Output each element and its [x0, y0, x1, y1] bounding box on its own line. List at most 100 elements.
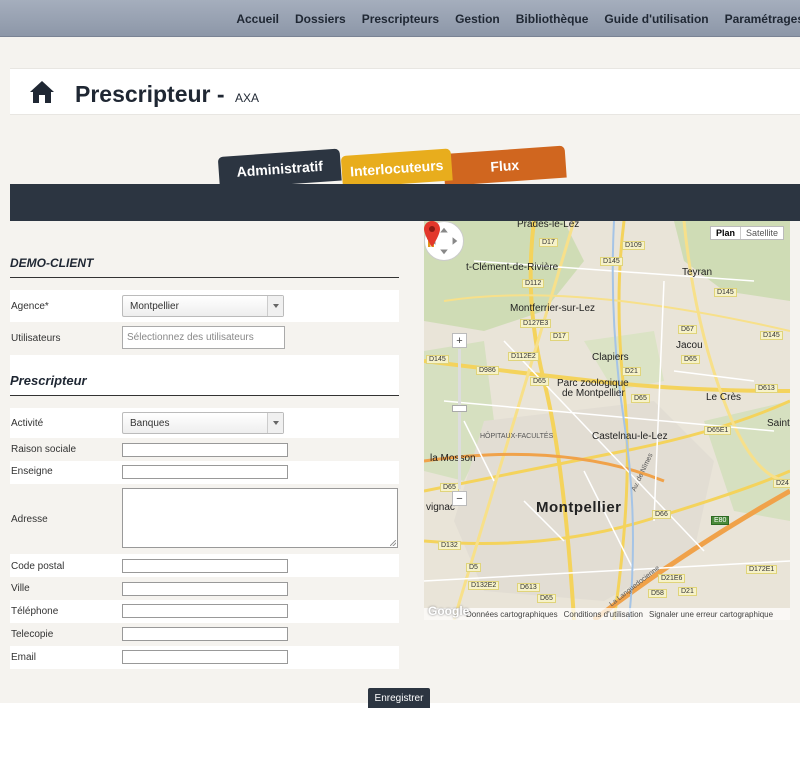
map-place-label: Jacou: [676, 340, 703, 351]
road-badge: D17: [550, 332, 569, 341]
agence-select-value: Montpellier: [130, 301, 179, 312]
activite-select[interactable]: Banques: [122, 412, 284, 434]
map-report-link[interactable]: Signaler une erreur cartographique: [649, 610, 773, 619]
map-terms-link[interactable]: Conditions d'utilisation: [564, 610, 643, 619]
section-divider: [10, 395, 399, 396]
road-badge: D21E6: [658, 574, 686, 583]
map-place-label: Montferrier-sur-Lez: [510, 303, 596, 314]
map-marker-icon[interactable]: [424, 221, 440, 247]
prescripteur-section-title: Prescripteur: [10, 373, 87, 388]
title-bar: Prescripteur - AXA: [10, 68, 800, 115]
road-badge: D5: [466, 563, 481, 572]
map-roads-layer: [424, 221, 790, 620]
map-place-label: Prades-le-Lez: [517, 221, 580, 230]
zoom-slider-handle[interactable]: [452, 405, 467, 412]
road-badge: D66: [652, 510, 671, 519]
road-badge: D172E1: [746, 565, 778, 574]
road-badge: D58: [648, 589, 667, 598]
map-footer: Données cartographiques Conditions d'uti…: [424, 608, 790, 620]
nav-item-guide[interactable]: Guide d'utilisation: [604, 12, 708, 26]
tab-flux[interactable]: Flux: [442, 145, 567, 186]
road-badge: D65: [530, 377, 549, 386]
top-navigation: Accueil Dossiers Prescripteurs Gestion B…: [0, 0, 800, 37]
zoom-slider-track[interactable]: [458, 349, 461, 489]
nav-item-dossiers[interactable]: Dossiers: [295, 12, 346, 26]
agence-select[interactable]: Montpellier: [122, 295, 284, 317]
code-postal-label: Code postal: [11, 561, 65, 572]
form-row-telecopie: Telecopie: [10, 623, 399, 646]
road-badge: D613: [517, 583, 540, 592]
road-badge: D112E2: [508, 352, 539, 361]
map-place-label: de Montpellier: [562, 388, 625, 399]
chevron-down-icon: [267, 413, 283, 433]
ville-input[interactable]: [122, 582, 288, 596]
telephone-input[interactable]: [122, 604, 288, 618]
form-row-code-postal: Code postal: [10, 554, 399, 577]
tab-interlocuteurs[interactable]: Interlocuteurs: [340, 148, 453, 188]
form-row-activite: Activité Banques: [10, 408, 399, 438]
activite-select-value: Banques: [130, 418, 170, 429]
enseigne-label: Enseigne: [11, 466, 53, 477]
agence-label: Agence*: [11, 301, 49, 312]
form-row-telephone: Téléphone: [10, 600, 399, 623]
road-badge: D986: [476, 366, 499, 375]
map-place-label: Saint: [767, 418, 790, 429]
save-button[interactable]: Enregistrer: [368, 688, 430, 708]
nav-item-gestion[interactable]: Gestion: [455, 12, 500, 26]
map-place-label: Le Crès: [706, 392, 742, 403]
map-type-plan[interactable]: Plan: [711, 227, 741, 239]
activite-label: Activité: [11, 418, 44, 429]
road-badge: D21: [622, 367, 641, 376]
road-badge: E80: [711, 516, 730, 525]
telecopie-input[interactable]: [122, 627, 288, 641]
tab-administratif[interactable]: Administratif: [217, 148, 342, 189]
zoom-out-button[interactable]: −: [452, 491, 467, 506]
map-place-label: Castelnau-le-Lez: [592, 431, 668, 442]
map-place-label: t-Clément-de-Rivière: [466, 262, 559, 273]
tab-content-bar: [10, 184, 800, 221]
road-badge: D145: [600, 257, 623, 266]
utilisateurs-label: Utilisateurs: [11, 333, 61, 344]
map-place-label: HÔPITAUX-FACULTÉS: [480, 433, 554, 440]
enseigne-input[interactable]: [122, 465, 288, 479]
page-title-text: Prescripteur -: [75, 81, 225, 107]
location-map[interactable]: Prades-le-Lez t-Clément-de-Rivière Teyra…: [424, 221, 790, 620]
road-badge: D613: [755, 384, 778, 393]
ville-label: Ville: [11, 583, 30, 594]
form-row-enseigne: Enseigne: [10, 461, 399, 484]
map-place-label: Clapiers: [592, 352, 629, 363]
adresse-textarea[interactable]: [122, 488, 398, 548]
nav-item-parametrages[interactable]: Paramétrages: [725, 12, 800, 26]
form-row-utilisateurs: Utilisateurs Sélectionnez des utilisateu…: [10, 322, 399, 354]
nav-item-prescripteurs[interactable]: Prescripteurs: [362, 12, 439, 26]
road-badge: D145: [760, 331, 783, 340]
road-badge: D65: [681, 355, 700, 364]
form-row-ville: Ville: [10, 577, 399, 600]
road-badge: D65E1: [704, 426, 732, 435]
email-label: Email: [11, 652, 37, 663]
road-badge: D112: [522, 279, 545, 288]
form-row-agence: Agence* Montpellier: [10, 290, 399, 322]
zoom-in-button[interactable]: +: [452, 333, 467, 348]
page-title: Prescripteur - AXA: [75, 81, 259, 108]
adresse-label: Adresse: [11, 514, 48, 525]
code-postal-input[interactable]: [122, 559, 288, 573]
road-badge: D17: [539, 238, 558, 247]
form-row-adresse: Adresse: [10, 484, 399, 554]
map-place-label: vignac: [426, 502, 455, 513]
telecopie-label: Telecopie: [11, 629, 54, 640]
home-icon[interactable]: [30, 81, 54, 103]
road-badge: D109: [622, 241, 645, 250]
road-badge: D132E2: [468, 581, 500, 590]
map-data-link[interactable]: Données cartographiques: [466, 610, 558, 619]
map-type-satellite[interactable]: Satellite: [741, 227, 783, 239]
map-place-label: Teyran: [682, 267, 713, 278]
google-logo: Google: [428, 604, 470, 618]
nav-item-bibliotheque[interactable]: Bibliothèque: [516, 12, 589, 26]
email-input[interactable]: [122, 650, 288, 664]
utilisateurs-input[interactable]: Sélectionnez des utilisateurs: [122, 326, 285, 349]
nav-item-accueil[interactable]: Accueil: [236, 12, 279, 26]
road-badge: D24: [773, 479, 790, 488]
raison-sociale-input[interactable]: [122, 443, 288, 457]
road-badge: D67: [678, 325, 697, 334]
